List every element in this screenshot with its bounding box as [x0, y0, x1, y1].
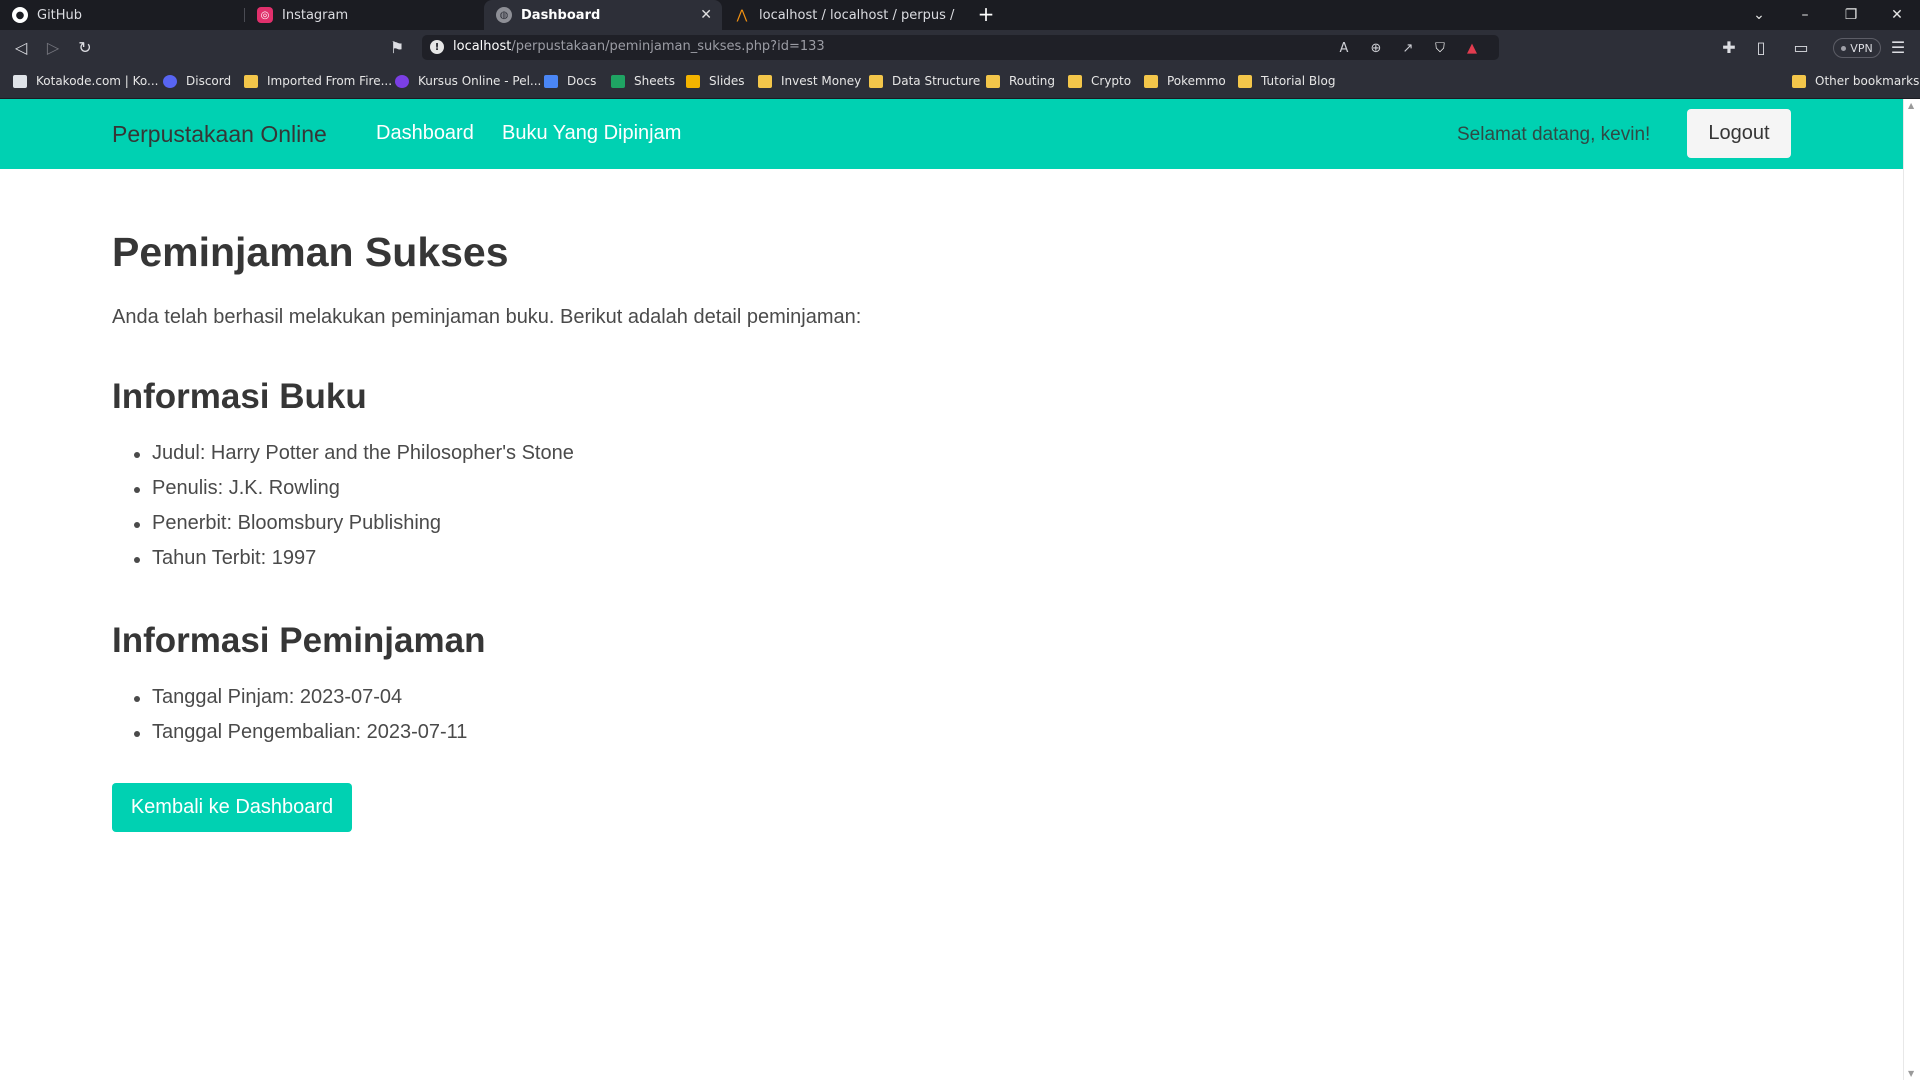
close-tab-icon[interactable]: ✕	[700, 7, 712, 23]
bookmark-tutorial-blog[interactable]: Tutorial Blog	[1238, 72, 1335, 90]
folder-icon	[244, 74, 258, 88]
bookmark-kotakode[interactable]: Kotakode.com | Ko...	[13, 72, 159, 90]
book-info-list: Judul: Harry Potter and the Philosopher'…	[134, 442, 574, 582]
list-item: Tahun Terbit: 1997	[134, 547, 574, 582]
restore-button[interactable]: ❐	[1828, 0, 1874, 30]
list-item: Tanggal Pengembalian: 2023-07-11	[133, 721, 467, 756]
folder-icon	[1792, 74, 1806, 88]
scroll-down-icon[interactable]: ▼	[1908, 1069, 1914, 1078]
list-item: Tanggal Pinjam: 2023-07-04	[133, 686, 467, 721]
sidebar-icon[interactable]: ▯	[1749, 35, 1773, 59]
bookmark-invest-money[interactable]: Invest Money	[758, 72, 861, 90]
github-icon: ●	[12, 7, 28, 23]
kursus-icon	[395, 74, 409, 88]
list-item: Judul: Harry Potter and the Philosopher'…	[134, 442, 574, 477]
tab-instagram[interactable]: ◎ Instagram	[245, 0, 483, 30]
discord-icon	[163, 74, 177, 88]
vpn-status-icon	[1841, 45, 1847, 51]
list-item: Penerbit: Bloomsbury Publishing	[134, 512, 574, 547]
url-text[interactable]: localhost/perpustakaan/peminjaman_sukses…	[453, 39, 825, 54]
browser-tab-strip: ● GitHub ◎ Instagram ◍ Dashboard ✕ ⋀ loc…	[0, 0, 1920, 30]
slides-icon	[686, 74, 700, 88]
tab-title: GitHub	[37, 7, 83, 23]
bookmark-kursus[interactable]: Kursus Online - Pel...	[395, 72, 541, 90]
site-info-icon[interactable]: !	[430, 40, 444, 54]
page-scrollbar[interactable]: ▲ ▼	[1903, 99, 1920, 1080]
phpmyadmin-icon: ⋀	[736, 7, 748, 23]
bookmark-crypto[interactable]: Crypto	[1068, 72, 1131, 90]
globe-icon: ◍	[496, 7, 512, 23]
other-bookmarks[interactable]: Other bookmarks	[1792, 72, 1919, 90]
logout-button[interactable]: Logout	[1687, 109, 1791, 158]
vpn-button[interactable]: VPN	[1833, 38, 1881, 58]
kotakode-icon	[13, 74, 27, 88]
bookmark-routing[interactable]: Routing	[986, 72, 1055, 90]
tab-title: Instagram	[282, 7, 349, 23]
back-icon[interactable]: ◁	[9, 35, 33, 59]
tab-title: Dashboard	[521, 7, 601, 23]
docs-icon	[544, 74, 558, 88]
nav-dashboard[interactable]: Dashboard	[376, 122, 474, 145]
tab-phpmyadmin[interactable]: ⋀ localhost / localhost / perpus / anggo…	[722, 0, 960, 30]
site-navbar: Perpustakaan Online Dashboard Buku Yang …	[0, 99, 1903, 169]
reload-icon[interactable]: ↻	[73, 35, 97, 59]
page-title: Peminjaman Sukses	[112, 229, 509, 275]
loan-info-list: Tanggal Pinjam: 2023-07-04 Tanggal Penge…	[133, 686, 467, 756]
folder-icon	[869, 74, 883, 88]
bookmarks-bar: Kotakode.com | Ko... Discord Imported Fr…	[0, 64, 1920, 99]
minimize-button[interactable]: –	[1782, 0, 1828, 30]
bookmark-slides[interactable]: Slides	[686, 72, 745, 90]
tab-title: localhost / localhost / perpus / anggota	[759, 7, 959, 23]
bookmark-icon[interactable]: ⚑	[385, 35, 409, 59]
book-info-heading: Informasi Buku	[112, 377, 367, 416]
loan-info-heading: Informasi Peminjaman	[112, 621, 486, 660]
menu-icon[interactable]: ☰	[1886, 35, 1910, 59]
folder-icon	[1238, 74, 1252, 88]
back-to-dashboard-button[interactable]: Kembali ke Dashboard	[112, 783, 352, 832]
list-item: Penulis: J.K. Rowling	[134, 477, 574, 512]
success-message: Anda telah berhasil melakukan peminjaman…	[112, 306, 862, 328]
translate-icon[interactable]: A	[1335, 39, 1353, 57]
extensions-icon[interactable]: ✚	[1717, 35, 1741, 59]
address-bar[interactable]: ! localhost/perpustakaan/peminjaman_suks…	[422, 35, 1499, 60]
bookmark-discord[interactable]: Discord	[163, 72, 231, 90]
share-icon[interactable]: ↗	[1399, 39, 1417, 57]
wallet-icon[interactable]: ▭	[1789, 35, 1813, 59]
folder-icon	[986, 74, 1000, 88]
tab-dashboard[interactable]: ◍ Dashboard ✕	[484, 0, 722, 30]
bookmark-pokemmo[interactable]: Pokemmo	[1144, 72, 1226, 90]
sheets-icon	[611, 74, 625, 88]
scroll-up-icon[interactable]: ▲	[1908, 101, 1914, 110]
tab-github[interactable]: ● GitHub	[0, 0, 244, 30]
brand-link[interactable]: Perpustakaan Online	[112, 121, 327, 148]
bookmark-data-structure[interactable]: Data Structure	[869, 72, 980, 90]
brave-rewards-icon[interactable]: ▲	[1463, 39, 1481, 57]
close-window-button[interactable]: ✕	[1874, 0, 1920, 30]
zoom-icon[interactable]: ⊕	[1367, 39, 1385, 57]
welcome-message: Selamat datang, kevin!	[1457, 124, 1651, 145]
brave-shield-icon[interactable]: ⛉	[1431, 39, 1449, 57]
new-tab-button[interactable]: +	[974, 3, 998, 27]
folder-icon	[1144, 74, 1158, 88]
tab-search-chevron-icon[interactable]: ⌄	[1736, 0, 1782, 30]
instagram-icon: ◎	[257, 7, 273, 23]
folder-icon	[1068, 74, 1082, 88]
folder-icon	[758, 74, 772, 88]
bookmark-sheets[interactable]: Sheets	[611, 72, 675, 90]
bookmark-imported[interactable]: Imported From Fire...	[244, 72, 392, 90]
forward-icon[interactable]: ▷	[41, 35, 65, 59]
nav-borrowed-books[interactable]: Buku Yang Dipinjam	[502, 122, 681, 145]
bookmark-docs[interactable]: Docs	[544, 72, 596, 90]
